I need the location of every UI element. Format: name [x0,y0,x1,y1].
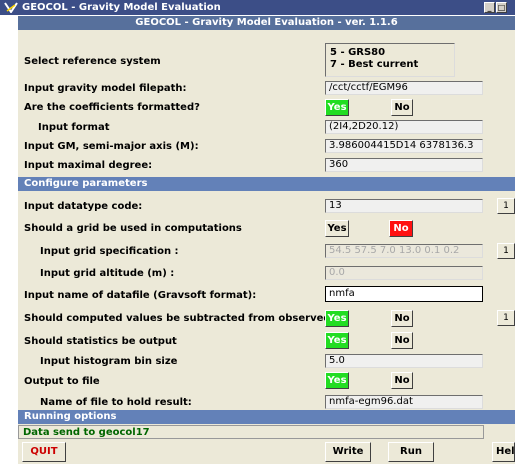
result-file-field[interactable]: nmfa-egm96.dat [325,395,483,409]
formatted-no-button[interactable]: No [391,99,413,116]
grid-spec-label: Input grid specification : [40,246,179,257]
running-options-section: Running options [18,410,515,424]
formatted-label: Are the coefficients formatted? [24,102,200,113]
grid-altitude-label: Input grid altitude (m) : [40,268,175,279]
histogram-field[interactable]: 5.0 [325,354,483,368]
run-button[interactable]: Run [388,442,434,462]
filepath-field[interactable]: /cct/cctf/EGM96 [325,81,483,95]
write-button[interactable]: Write [325,442,371,462]
gm-label: Input GM, semi-major axis (M): [24,141,199,152]
app-subtitle: GEOCOL - Gravity Model Evaluation - ver.… [18,16,515,30]
reference-system-label: Select reference system [24,56,161,67]
result-file-label: Name of file to hold result: [40,397,192,408]
status-message: Data send to geocol17 [18,425,484,439]
subtract-no-button[interactable]: No [391,310,413,327]
configure-parameters-section: Configure parameters [18,177,515,191]
subtract-yes-button[interactable]: Yes [325,310,349,327]
gm-field[interactable]: 3.986004415D14 6378136.3 [325,139,483,153]
datafile-field[interactable]: nmfa [325,286,483,302]
maximize-button[interactable]: □ [496,2,507,13]
datatype-field[interactable]: 13 [325,199,483,213]
statistics-no-button[interactable]: No [391,332,413,349]
app-logo-icon [4,2,18,13]
statistics-yes-button[interactable]: Yes [325,332,349,349]
output-no-button[interactable]: No [391,372,413,389]
grid-spec-side-button[interactable]: 1 [497,243,515,259]
reference-option-grs80[interactable]: 5 - GRS80 [330,47,454,59]
window-title-bar[interactable]: GEOCOL - Gravity Model Evaluation [0,0,515,15]
quit-button[interactable]: QUIT [22,442,66,462]
output-to-file-label: Output to file [24,376,100,387]
datafile-label: Input name of datafile (Gravsoft format)… [24,290,257,301]
histogram-label: Input histogram bin size [40,356,178,367]
subtract-side-button[interactable]: 1 [497,310,515,326]
window-left-strip [0,15,18,464]
statistics-label: Should statistics be output [24,336,177,347]
max-degree-field[interactable]: 360 [325,158,483,172]
help-button[interactable]: Help [492,442,515,462]
grid-label: Should a grid be used in computations [24,223,242,234]
window-title: GEOCOL - Gravity Model Evaluation [22,2,221,13]
reference-option-best-current[interactable]: 7 - Best current [330,59,454,71]
filepath-label: Input gravity model filepath: [24,83,187,94]
max-degree-label: Input maximal degree: [24,160,153,171]
input-format-label: Input format [38,122,110,133]
input-format-field[interactable]: (2I4,2D20.12) [325,120,483,134]
grid-no-button[interactable]: No [389,220,413,237]
output-yes-button[interactable]: Yes [325,372,349,389]
reference-system-list[interactable]: 5 - GRS80 7 - Best current [325,43,455,77]
formatted-yes-button[interactable]: Yes [325,99,349,116]
grid-altitude-field[interactable]: 0.0 [325,266,483,280]
datatype-side-button[interactable]: 1 [497,198,515,214]
datatype-label: Input datatype code: [24,201,143,212]
minimize-button[interactable]: _ [484,2,495,13]
grid-spec-field[interactable]: 54.5 57.5 7.0 13.0 0.1 0.2 [325,244,483,258]
subtract-label: Should computed values be subtracted fro… [24,313,331,324]
grid-yes-button[interactable]: Yes [325,220,349,237]
